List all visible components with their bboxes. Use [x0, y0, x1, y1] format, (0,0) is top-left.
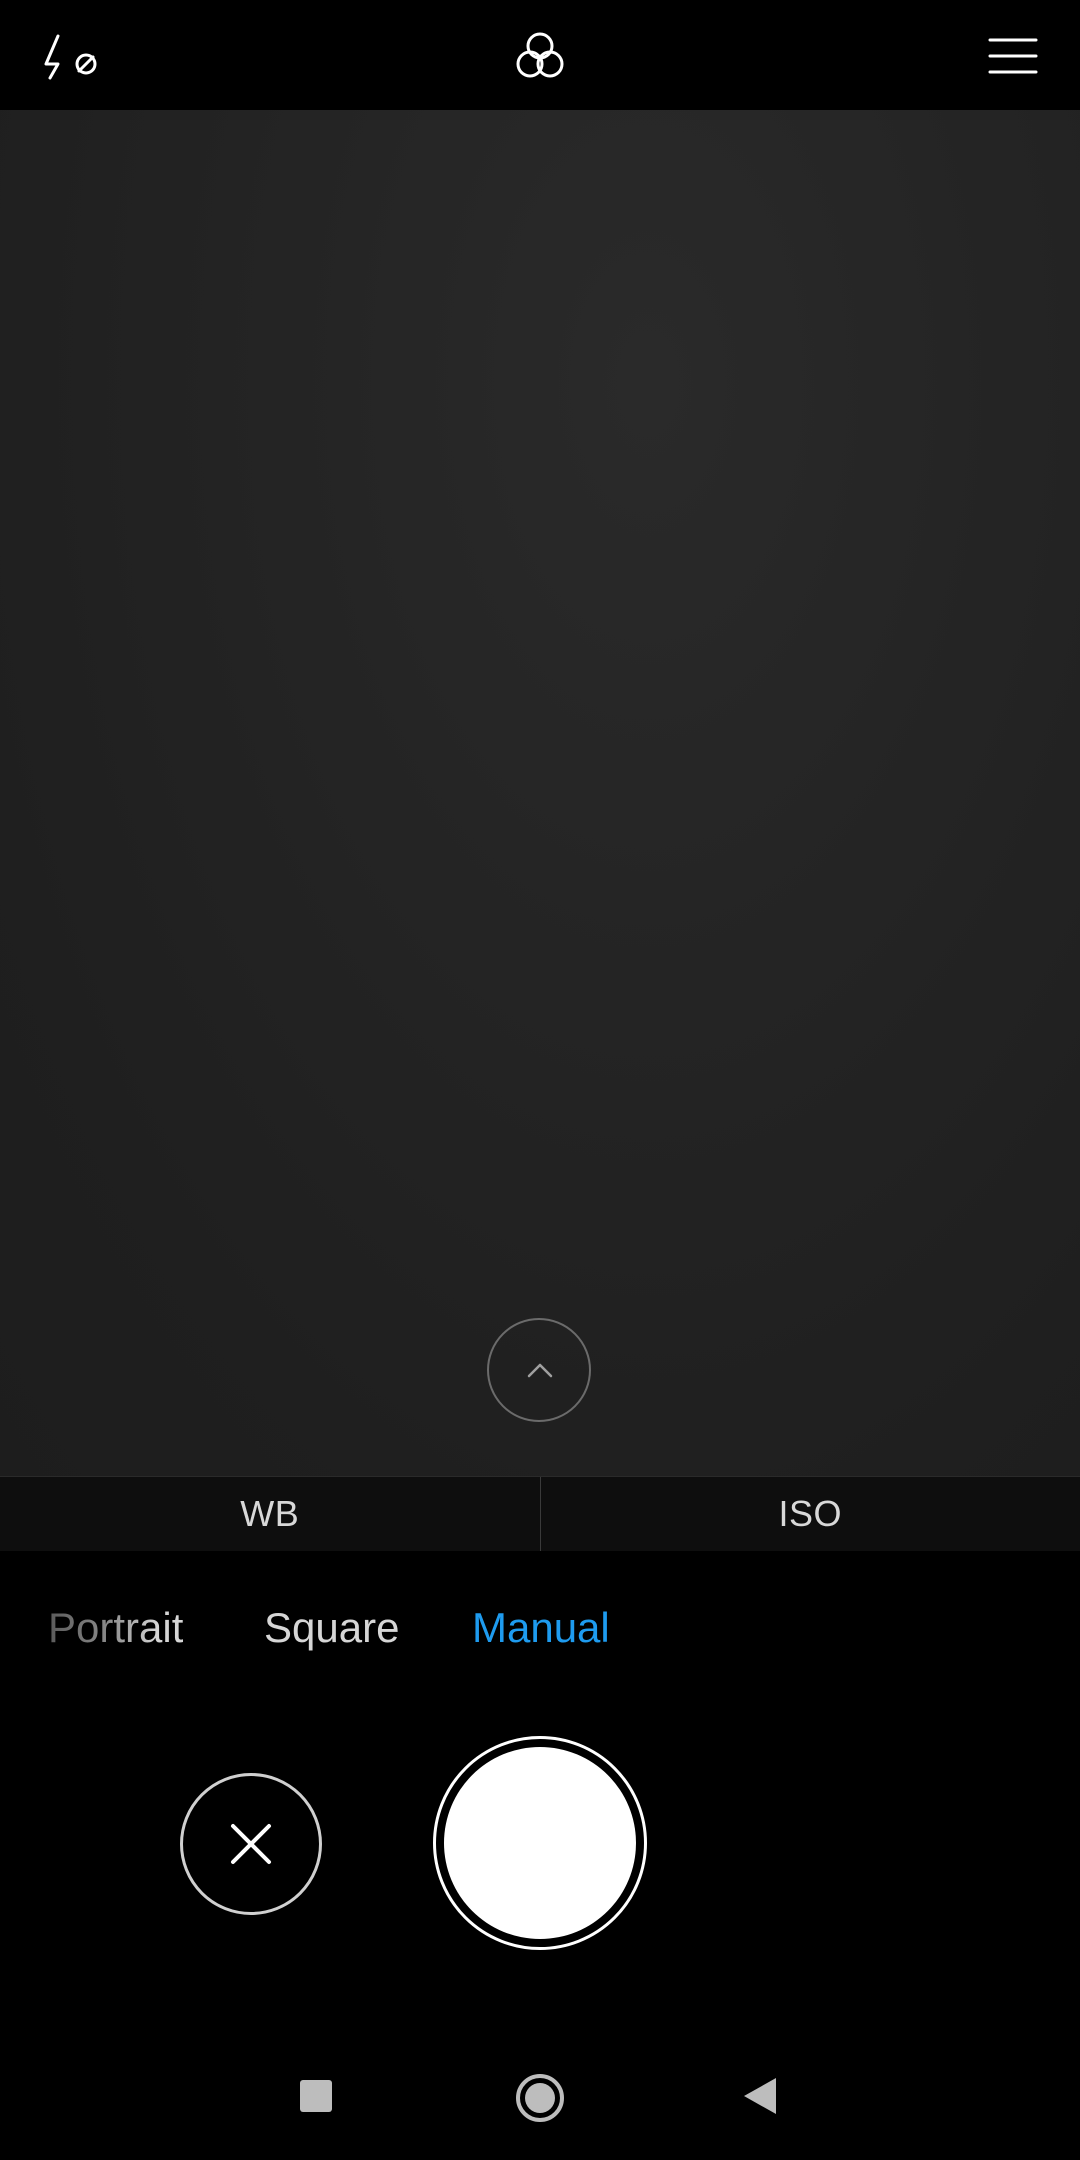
mode-manual[interactable]: Manual	[472, 1598, 610, 1658]
iso-label: ISO	[778, 1493, 842, 1534]
system-nav-bar	[0, 2040, 1080, 2160]
menu-icon[interactable]	[988, 36, 1038, 76]
shutter-button[interactable]	[433, 1736, 647, 1950]
wb-label: WB	[240, 1493, 300, 1534]
shutter-icon	[444, 1747, 636, 1939]
square-recents-icon[interactable]	[298, 2078, 334, 2114]
expand-settings-button[interactable]	[487, 1318, 591, 1422]
filters-icon[interactable]	[512, 30, 568, 82]
iso-setting[interactable]: ISO	[541, 1477, 1080, 1551]
manual-settings-bar: WB ISO	[0, 1476, 1080, 1551]
chevron-up-icon	[527, 1363, 553, 1378]
camera-viewfinder[interactable]	[0, 110, 1080, 1476]
mode-square[interactable]: Square	[264, 1598, 399, 1658]
wb-setting[interactable]: WB	[0, 1477, 540, 1551]
cancel-button[interactable]	[180, 1773, 322, 1915]
mode-selector: Portrait Square Manual	[0, 1598, 1080, 1658]
flash-off-icon[interactable]	[38, 30, 104, 82]
circle-home-icon[interactable]	[514, 2072, 566, 2124]
close-icon	[231, 1824, 271, 1864]
top-bar	[0, 0, 1080, 110]
triangle-back-icon[interactable]	[742, 2076, 778, 2116]
mode-portrait[interactable]: Portrait	[48, 1598, 183, 1658]
